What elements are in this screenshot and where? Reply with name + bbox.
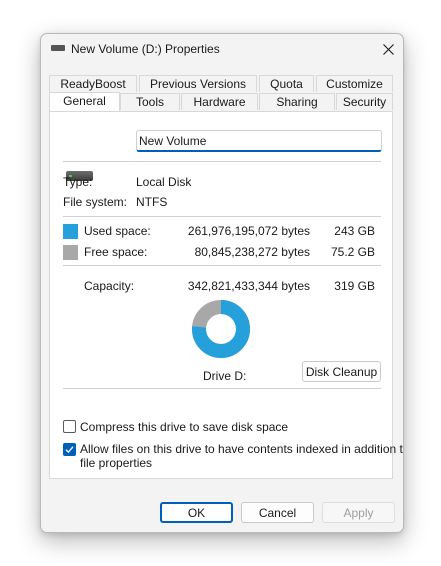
separator: [63, 388, 381, 389]
window-title: New Volume (D:) Properties: [71, 42, 220, 56]
tab-customize[interactable]: Customize: [316, 75, 393, 92]
properties-window: New Volume (D:) Properties ReadyBoost Pr…: [40, 33, 404, 533]
disk-usage-donut: [192, 300, 250, 358]
separator: [63, 216, 381, 217]
title-bar: New Volume (D:) Properties: [41, 34, 403, 64]
tab-hardware[interactable]: Hardware: [181, 93, 258, 110]
disk-cleanup-button[interactable]: Disk Cleanup: [302, 361, 381, 382]
tab-readyboost[interactable]: ReadyBoost: [49, 75, 137, 92]
index-label-line1[interactable]: Allow files on this drive to have conten…: [80, 442, 403, 456]
filesystem-value: NTFS: [136, 195, 168, 209]
compress-checkbox[interactable]: [63, 420, 76, 433]
tab-previous-versions[interactable]: Previous Versions: [139, 75, 257, 92]
tab-sharing[interactable]: Sharing: [259, 93, 335, 110]
used-space-swatch: [63, 224, 78, 239]
capacity-bytes: 342,821,433,344 bytes: [187, 279, 310, 293]
close-button[interactable]: [373, 34, 403, 64]
tab-tools[interactable]: Tools: [120, 93, 180, 110]
tab-general[interactable]: General: [49, 92, 120, 111]
used-space-label: Used space:: [84, 224, 151, 238]
capacity-label: Capacity:: [84, 279, 135, 293]
apply-button[interactable]: Apply: [322, 502, 395, 523]
capacity-gb: 319 GB: [334, 279, 375, 293]
compress-label[interactable]: Compress this drive to save disk space: [80, 420, 288, 434]
checkmark-icon: [65, 446, 74, 454]
index-checkbox[interactable]: [63, 443, 76, 456]
close-icon: [382, 43, 394, 55]
separator: [63, 161, 381, 162]
index-label-line2[interactable]: file properties: [80, 456, 152, 470]
used-space-gb: 243 GB: [334, 224, 375, 238]
filesystem-label: File system:: [63, 195, 128, 209]
tab-quota[interactable]: Quota: [259, 75, 314, 92]
ok-button[interactable]: OK: [160, 502, 233, 523]
general-panel: Type: Local Disk File system: NTFS Used …: [49, 111, 403, 479]
cancel-button[interactable]: Cancel: [241, 502, 314, 523]
free-space-bytes: 80,845,238,272 bytes: [194, 245, 310, 259]
free-space-gb: 75.2 GB: [330, 245, 375, 259]
free-space-swatch: [63, 245, 78, 260]
type-value: Local Disk: [136, 175, 192, 189]
used-space-bytes: 261,976,195,072 bytes: [187, 224, 310, 238]
separator: [63, 265, 381, 266]
drive-title-icon: [51, 45, 65, 51]
volume-name-input[interactable]: [136, 130, 382, 152]
drive-letter-label: Drive D:: [203, 369, 247, 383]
tab-security[interactable]: Security: [336, 93, 393, 110]
type-label: Type:: [63, 175, 93, 189]
free-space-label: Free space:: [84, 245, 148, 259]
